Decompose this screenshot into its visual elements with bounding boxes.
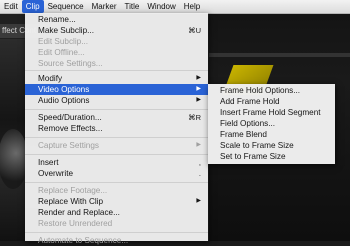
menu-window[interactable]: Window — [143, 0, 179, 13]
menu-separator — [25, 109, 208, 110]
menu-item-label: Source Settings... — [38, 59, 103, 68]
submenu-item-field-options[interactable]: Field Options... — [208, 119, 335, 129]
menu-item-source-settings: Source Settings... — [25, 58, 208, 69]
shortcut-label: , — [198, 158, 201, 167]
shortcut-label: ⌘R — [188, 113, 201, 122]
submenu-item-label: Scale to Frame Size — [220, 141, 294, 150]
submenu-item-add-frame-hold[interactable]: Add Frame Hold — [208, 97, 335, 107]
menu-separator — [25, 70, 208, 71]
menu-item-edit-offline: Edit Offline... — [25, 47, 208, 58]
submenu-item-label: Frame Hold Options... — [220, 86, 301, 95]
menu-item-edit-subclip: Edit Subclip... — [25, 36, 208, 47]
monitor-bar — [209, 53, 350, 57]
menu-separator — [25, 232, 208, 233]
menu-item-overwrite[interactable]: Overwrite . — [25, 168, 208, 179]
menu-item-label: Edit Subclip... — [38, 37, 89, 46]
menu-item-label: Render and Replace... — [38, 208, 120, 217]
menu-item-replace-footage: Replace Footage... — [25, 185, 208, 196]
menu-item-label: Modify — [38, 74, 63, 83]
submenu-item-label: Field Options... — [220, 119, 276, 128]
submenu-arrow-icon: ▶ — [196, 142, 201, 148]
menu-item-label: Replace With Clip — [38, 197, 104, 206]
submenu-arrow-icon: ▶ — [196, 97, 201, 103]
menu-item-restore-unrendered: Restore Unrendered — [25, 218, 208, 229]
submenu-arrow-icon: ▶ — [196, 75, 201, 81]
menu-item-label: Edit Offline... — [38, 48, 85, 57]
shortcut-label: ⌘U — [188, 26, 201, 35]
menu-item-label: Capture Settings — [38, 141, 99, 150]
shortcut-label: . — [198, 169, 201, 178]
menu-item-audio-options[interactable]: Audio Options ▶ — [25, 95, 208, 106]
menu-item-label: Insert — [38, 158, 59, 167]
menu-item-insert[interactable]: Insert , — [25, 157, 208, 168]
menu-item-speed-duration[interactable]: Speed/Duration... ⌘R — [25, 112, 208, 123]
submenu-item-frame-hold-options[interactable]: Frame Hold Options... — [208, 86, 335, 96]
clip-menu: Rename... Make Subclip... ⌘U Edit Subcli… — [25, 13, 208, 245]
menu-separator — [25, 154, 208, 155]
submenu-item-set-to-frame-size[interactable]: Set to Frame Size — [208, 152, 335, 162]
menu-item-replace-with-clip[interactable]: Replace With Clip ▶ — [25, 196, 208, 207]
submenu-item-label: Frame Blend — [220, 130, 267, 139]
submenu-item-frame-blend[interactable]: Frame Blend — [208, 130, 335, 140]
menu-edit[interactable]: Edit — [0, 0, 22, 13]
submenu-item-insert-frame-hold-segment[interactable]: Insert Frame Hold Segment — [208, 108, 335, 118]
menu-item-label: Make Subclip... — [38, 26, 94, 35]
menubar: Edit Clip Sequence Marker Title Window H… — [0, 0, 350, 14]
menu-item-label: Remove Effects... — [38, 124, 103, 133]
submenu-item-label: Add Frame Hold — [220, 97, 280, 106]
menu-help[interactable]: Help — [180, 0, 204, 13]
menu-item-capture-settings: Capture Settings ▶ — [25, 140, 208, 151]
menu-item-label: Replace Footage... — [38, 186, 108, 195]
menu-item-render-and-replace[interactable]: Render and Replace... — [25, 207, 208, 218]
submenu-arrow-icon: ▶ — [196, 86, 201, 92]
menu-separator — [25, 182, 208, 183]
menu-item-make-subclip[interactable]: Make Subclip... ⌘U — [25, 25, 208, 36]
menu-item-remove-effects[interactable]: Remove Effects... — [25, 123, 208, 134]
menu-separator — [25, 137, 208, 138]
knob-graphic — [0, 129, 28, 189]
menu-item-label: Speed/Duration... — [38, 113, 102, 122]
menu-item-label: Overwrite — [38, 169, 74, 178]
submenu-item-scale-to-frame-size[interactable]: Scale to Frame Size — [208, 141, 335, 151]
submenu-arrow-icon: ▶ — [196, 198, 201, 204]
menu-title[interactable]: Title — [121, 0, 144, 13]
menu-marker[interactable]: Marker — [88, 0, 121, 13]
menu-clip[interactable]: Clip — [21, 0, 44, 13]
submenu-item-label: Insert Frame Hold Segment — [220, 108, 321, 117]
menu-item-label: Video Options — [38, 85, 90, 94]
menu-item-label: Restore Unrendered — [38, 219, 113, 228]
menu-sequence[interactable]: Sequence — [44, 0, 88, 13]
menu-item-video-options[interactable]: Video Options ▶ — [25, 84, 208, 95]
menu-item-modify[interactable]: Modify ▶ — [25, 73, 208, 84]
submenu-item-label: Set to Frame Size — [220, 152, 286, 161]
video-options-submenu: Frame Hold Options... Add Frame Hold Ins… — [208, 84, 335, 164]
menu-item-rename[interactable]: Rename... — [25, 14, 208, 25]
menu-item-label: Rename... — [38, 15, 76, 24]
menu-item-label: Audio Options — [38, 96, 90, 105]
